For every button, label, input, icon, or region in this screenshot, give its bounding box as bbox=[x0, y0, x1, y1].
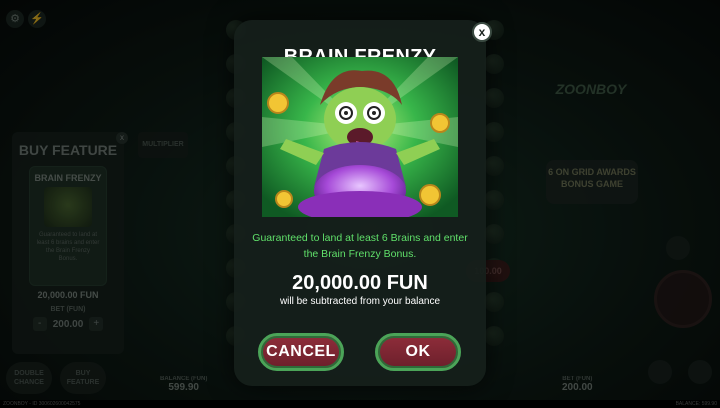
subtract-note: will be subtracted from your balance bbox=[279, 296, 441, 307]
feature-description: Guaranteed to land at least 6 Brains and… bbox=[252, 232, 468, 260]
close-icon[interactable]: x bbox=[472, 22, 492, 42]
zombie-illustration bbox=[262, 57, 458, 217]
ok-button[interactable]: OK bbox=[375, 333, 461, 371]
feature-price: 20,000.00 FUN bbox=[292, 272, 428, 294]
cancel-button[interactable]: CANCEL bbox=[258, 333, 344, 371]
brain-frenzy-artwork bbox=[262, 57, 458, 217]
